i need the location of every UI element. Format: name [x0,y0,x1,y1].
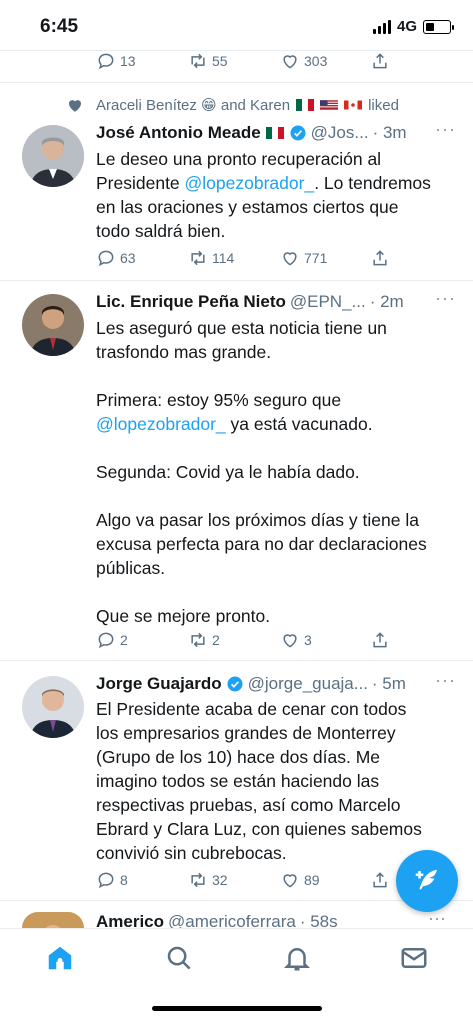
share-icon [373,250,387,266]
status-bar: 6:45 4G [0,0,473,50]
share-icon [373,632,387,648]
avatar[interactable] [22,125,84,187]
tweet-actions: 2 2 3 [96,628,396,652]
like-button[interactable]: 303 [280,49,327,73]
battery-icon [423,19,454,34]
retweet-icon [191,250,205,266]
like-icon [283,252,297,266]
author-handle: @Jos... [310,123,369,142]
retweet-button[interactable]: 32 [188,868,228,892]
tweet-text: Le deseo una pronto recuperación al Pres… [96,149,431,241]
tweet-actions: 63 114 771 [96,246,396,270]
tab-home[interactable] [45,943,75,973]
canada-flag-icon [344,100,363,110]
tweet-actions-top: 13 55 303 [96,49,396,73]
tab-messages[interactable] [399,943,429,973]
author-name[interactable]: Jorge Guajardo [96,674,222,694]
like-button[interactable]: 89 [280,868,320,892]
mention-link[interactable]: @lopezobrador_ [96,414,226,434]
tweet-header: Lic. Enrique Peña Nieto @EPN_... · 2m ··… [96,288,455,314]
author-handle: @EPN_... [289,292,366,311]
avatar[interactable] [22,676,84,738]
mexico-flag-icon [265,127,284,139]
share-button[interactable] [370,49,390,73]
tweet-time: · 2m [369,292,404,311]
share-button[interactable] [370,868,390,892]
tweet-time: · 5m [371,674,406,693]
share-button[interactable] [370,246,390,270]
status-indicators: 4G [372,18,454,35]
retweet-button[interactable]: 2 [188,628,220,652]
tweet-text: Les aseguró que esta noticia tiene un tr… [96,318,427,626]
liked-banner: Araceli Benítez 😁 and Karen liked [66,96,399,114]
retweet-button[interactable]: 55 [188,49,228,73]
reply-button[interactable]: 13 [96,49,136,73]
notifications-icon [283,948,311,971]
like-button[interactable]: 3 [280,628,312,652]
retweet-icon [191,632,205,648]
author-handle: @jorge_guaja... [247,674,368,693]
more-options-icon[interactable]: ··· [435,119,456,140]
status-time: 6:45 [40,16,79,37]
usa-flag-icon [320,100,339,110]
reply-button[interactable]: 63 [96,246,136,270]
retweet-icon [191,53,205,69]
search-icon [167,946,191,970]
liked-banner-users[interactable]: Araceli Benítez 😁 and Karen [96,96,290,114]
reply-icon [98,53,114,70]
verified-icon [290,125,306,141]
mexico-flag-icon [296,99,315,111]
more-options-icon[interactable]: ··· [435,288,456,309]
divider [0,660,473,661]
tweet-time: · 3m [372,123,407,142]
retweet-icon [191,872,205,888]
reply-icon [98,872,114,889]
reply-icon [98,632,114,649]
avatar[interactable] [22,912,84,928]
tab-search[interactable] [164,943,194,973]
share-icon [373,53,387,69]
reply-icon [98,250,114,267]
network-type: 4G [396,18,417,35]
more-options-icon[interactable]: ··· [435,670,456,691]
tweet-actions: 8 32 89 [96,868,396,892]
author-name[interactable]: José Antonio Meade [96,123,261,143]
like-icon [283,55,297,69]
tweet-header: José Antonio Meade @Jos... · 3m ··· [96,119,455,145]
reply-button[interactable]: 8 [96,868,128,892]
verified-icon [227,676,243,692]
home-indicator [152,1006,322,1011]
divider [0,280,473,281]
compose-button[interactable] [396,850,458,912]
compose-icon [415,869,437,890]
signal-icon [372,19,391,34]
like-button[interactable]: 771 [280,246,327,270]
mention-link[interactable]: @lopezobrador_ [185,173,315,193]
share-icon [373,872,387,888]
tab-notifications[interactable] [282,943,312,973]
reply-button[interactable]: 2 [96,628,128,652]
retweet-button[interactable]: 114 [188,246,234,270]
liked-banner-suffix: liked [368,96,399,114]
tweet-text: El Presidente acaba de cenar con todos l… [96,699,422,863]
messages-icon [401,948,427,968]
home-icon [48,946,72,970]
avatar[interactable] [22,294,84,356]
share-button[interactable] [370,628,390,652]
tweet-header: Jorge Guajardo @jorge_guaja... · 5m ··· [96,670,455,696]
heart-filled-icon [69,100,81,112]
like-icon [283,874,297,888]
author-name[interactable]: Lic. Enrique Peña Nieto [96,292,286,312]
like-icon [283,634,297,648]
divider [0,82,473,83]
